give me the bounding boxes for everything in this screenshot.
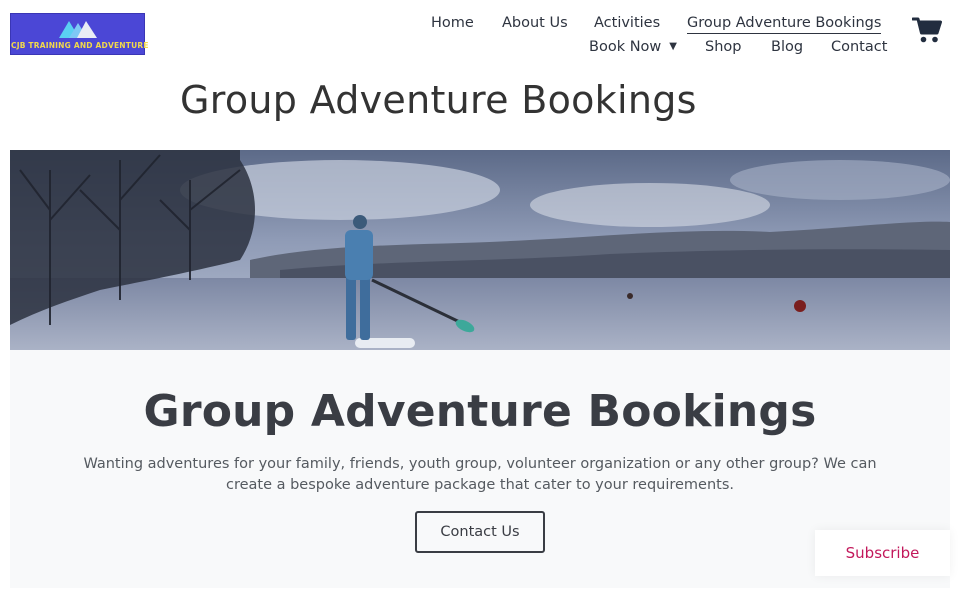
nav-home[interactable]: Home xyxy=(431,14,474,32)
nav-blog[interactable]: Blog xyxy=(771,38,803,56)
content-panel: Group Adventure Bookings Wanting adventu… xyxy=(10,350,950,588)
nav-group-adventure-bookings[interactable]: Group Adventure Bookings xyxy=(687,14,882,34)
site-logo[interactable]: CJB TRAINING AND ADVENTURE xyxy=(10,13,149,55)
mountain-logo-icon xyxy=(59,21,97,38)
nav-book-now[interactable]: Book Now ▼ xyxy=(589,38,677,56)
section-description: Wanting adventures for your family, frie… xyxy=(83,456,877,493)
section-heading: Group Adventure Bookings xyxy=(143,386,817,437)
nav-contact[interactable]: Contact xyxy=(831,38,887,56)
shopping-cart-icon[interactable] xyxy=(911,16,942,48)
logo-text: CJB TRAINING AND ADVENTURE xyxy=(11,41,149,50)
nav-book-now-label: Book Now xyxy=(589,39,662,55)
page-title: Group Adventure Bookings xyxy=(180,78,697,122)
nav-about-us[interactable]: About Us xyxy=(502,14,568,32)
nav-shop[interactable]: Shop xyxy=(705,38,741,56)
contact-us-button[interactable]: Contact Us xyxy=(415,511,545,553)
caret-down-icon: ▼ xyxy=(669,41,677,52)
subscribe-button[interactable]: Subscribe xyxy=(815,530,950,576)
hero-image xyxy=(10,150,950,350)
nav-activities[interactable]: Activities xyxy=(594,14,660,32)
